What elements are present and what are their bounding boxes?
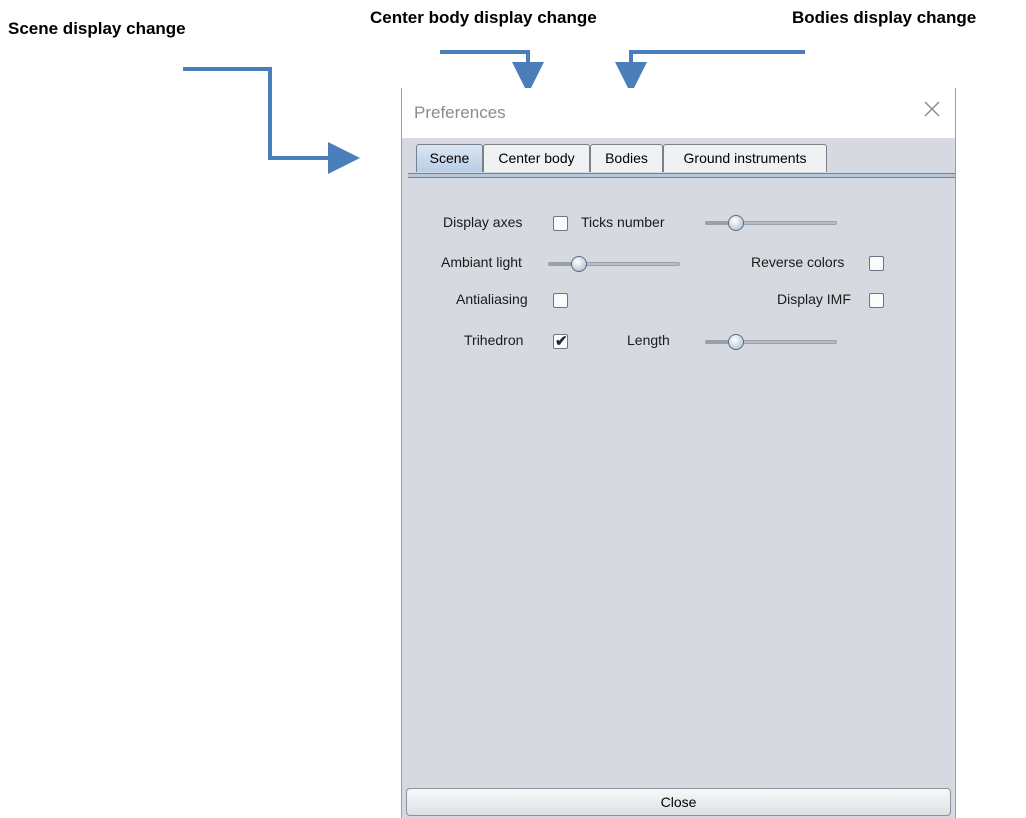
antialiasing-checkbox[interactable] bbox=[553, 293, 568, 308]
ticks-number-slider[interactable] bbox=[705, 215, 837, 231]
arrow-scene bbox=[183, 67, 360, 174]
tab-ground-instruments[interactable]: Ground instruments bbox=[663, 144, 827, 172]
tab-scene[interactable]: Scene bbox=[416, 144, 483, 172]
annotation-bodies: Bodies display change bbox=[792, 8, 977, 27]
arrow-center-body bbox=[440, 50, 544, 94]
slider-knob[interactable] bbox=[571, 256, 588, 272]
tab-center-body[interactable]: Center body bbox=[483, 144, 590, 172]
length-slider[interactable] bbox=[705, 334, 837, 350]
ambiant-light-label: Ambiant light bbox=[441, 254, 522, 270]
close-button[interactable]: Close bbox=[406, 788, 951, 816]
display-axes-label: Display axes bbox=[443, 214, 523, 230]
ambiant-light-slider[interactable] bbox=[548, 256, 680, 272]
tab-divider bbox=[408, 173, 955, 178]
antialiasing-label: Antialiasing bbox=[456, 291, 528, 307]
arrow-bodies bbox=[615, 50, 805, 94]
preferences-dialog: Preferences Scene Center body Bodies Gro… bbox=[401, 88, 956, 818]
slider-knob[interactable] bbox=[728, 215, 745, 231]
slider-knob[interactable] bbox=[728, 334, 745, 350]
window-title: Preferences bbox=[414, 103, 506, 122]
ticks-number-label: Ticks number bbox=[581, 214, 665, 230]
display-axes-checkbox[interactable] bbox=[553, 216, 568, 231]
trihedron-label: Trihedron bbox=[464, 332, 524, 348]
trihedron-checkbox[interactable]: ✔ bbox=[553, 333, 568, 350]
reverse-colors-label: Reverse colors bbox=[751, 254, 845, 270]
display-imf-checkbox[interactable] bbox=[869, 293, 884, 308]
length-label: Length bbox=[627, 332, 670, 348]
close-icon[interactable] bbox=[921, 98, 943, 120]
reverse-colors-checkbox[interactable] bbox=[869, 256, 884, 271]
display-imf-label: Display IMF bbox=[777, 291, 851, 307]
check-mark-icon: ✔ bbox=[555, 333, 568, 350]
tab-bodies[interactable]: Bodies bbox=[590, 144, 663, 172]
title-bar: Preferences bbox=[402, 88, 955, 138]
annotation-scene: Scene display change bbox=[8, 19, 186, 38]
annotation-center-body: Center body display change bbox=[370, 8, 597, 27]
